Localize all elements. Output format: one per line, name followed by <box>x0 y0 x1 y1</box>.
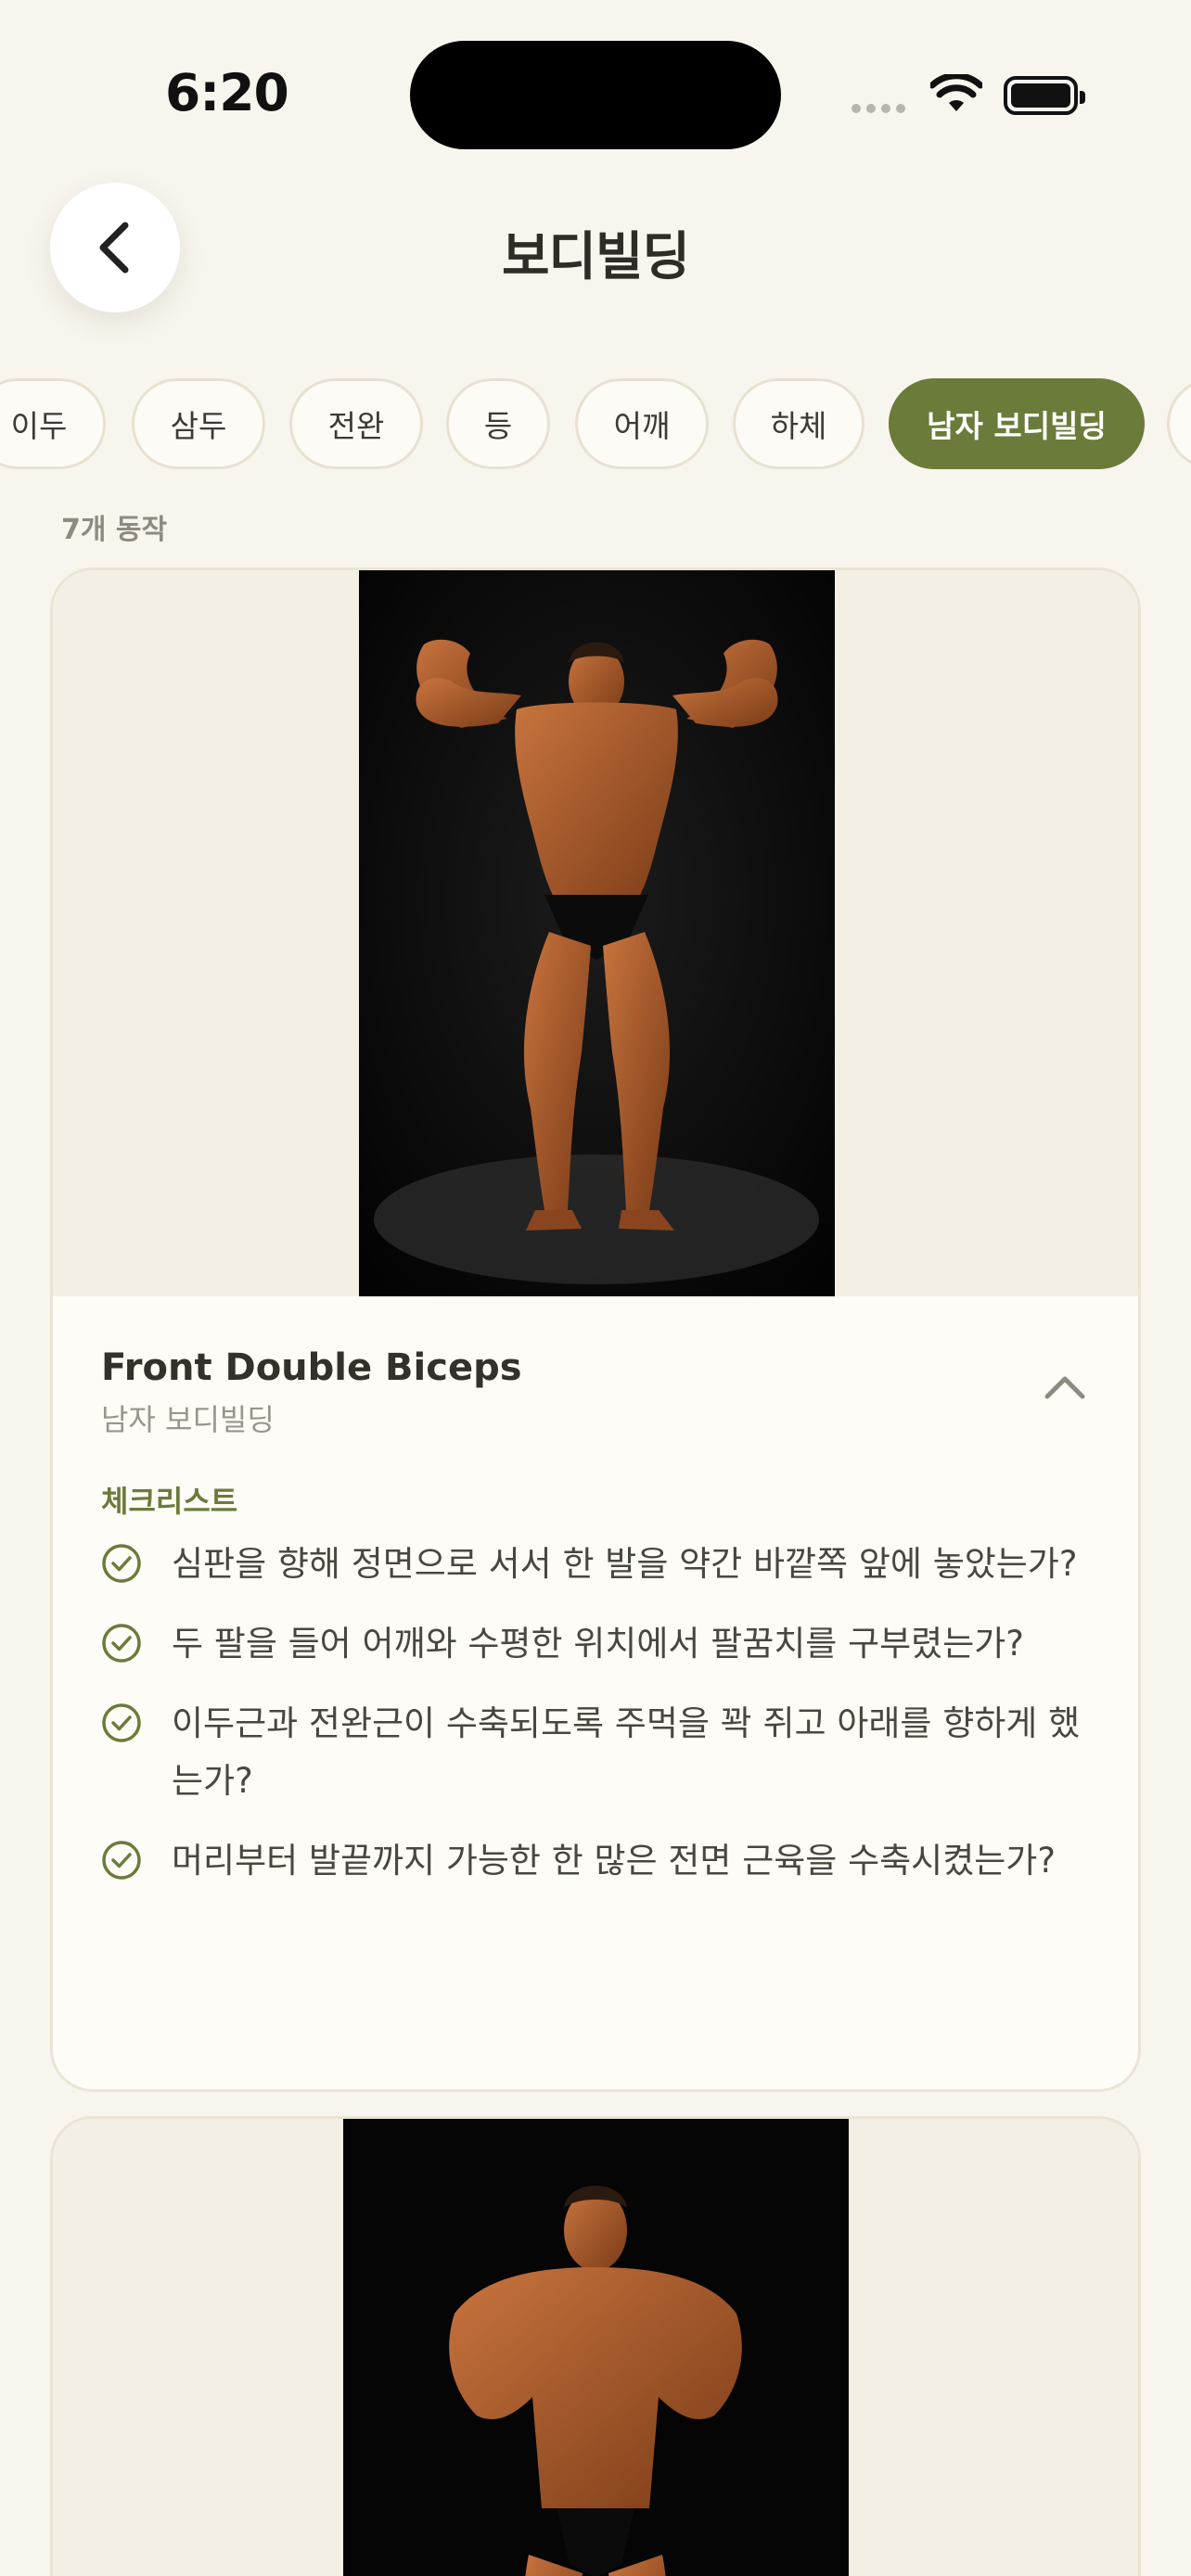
checklist-item: 머리부터 발끝까지 가능한 한 많은 전면 근육을 수축시켰는가? <box>101 1832 1103 1890</box>
checklist-item: 두 팔을 들어 어깨와 수평한 위치에서 팔꿈치를 구부렸는가? <box>101 1615 1103 1673</box>
status-time: 6:20 <box>165 63 289 122</box>
dynamic-island <box>410 41 781 149</box>
category-chip-biceps[interactable]: 이두 <box>0 378 106 469</box>
category-chip-back[interactable]: 등 <box>446 378 550 469</box>
exercise-photo-area <box>53 2119 1138 2576</box>
checklist-item: 이두근과 전완근이 수축되도록 주먹을 꽉 쥐고 아래를 향하게 했는가? <box>101 1695 1103 1810</box>
chevron-up-icon[interactable] <box>1044 1372 1086 1400</box>
page-title: 보디빌딩 <box>501 227 690 287</box>
checklist-item: 심판을 향해 정면으로 서서 한 발을 약간 바깥쪽 앞에 놓았는가? <box>101 1536 1103 1593</box>
cellular-signal-icon <box>852 104 905 113</box>
checklist-item-text: 두 팔을 들어 어깨와 수평한 위치에서 팔꿈치를 구부렸는가? <box>172 1624 1024 1664</box>
category-chip-mens-bodybuilding[interactable]: 남자 보디빌딩 <box>889 378 1145 469</box>
check-circle-icon <box>102 1624 141 1663</box>
check-circle-icon <box>102 1841 141 1880</box>
check-circle-icon <box>102 1703 141 1742</box>
battery-icon <box>1004 76 1085 115</box>
exercise-photo <box>359 570 835 1296</box>
category-chip-legs[interactable]: 하체 <box>733 378 864 469</box>
category-chip-triceps[interactable]: 삼두 <box>132 378 265 469</box>
checklist: 심판을 향해 정면으로 서서 한 발을 약간 바깥쪽 앞에 놓았는가? 두 팔을… <box>101 1536 1103 1912</box>
exercise-category: 남자 보디빌딩 <box>101 1402 275 1437</box>
category-chip-shoulder[interactable]: 어깨 <box>575 378 709 469</box>
category-chip-forearm[interactable]: 전완 <box>289 378 423 469</box>
checklist-item-text: 이두근과 전완근이 수축되도록 주먹을 꽉 쥐고 아래를 향하게 했는가? <box>172 1703 1081 1801</box>
exercise-card[interactable]: Front Double Biceps 남자 보디빌딩 체크리스트 심판을 향해… <box>50 567 1141 2092</box>
exercise-photo-area <box>53 570 1138 1296</box>
checklist-item-text: 머리부터 발끝까지 가능한 한 많은 전면 근육을 수축시켰는가? <box>172 1841 1056 1881</box>
exercise-card[interactable] <box>50 2116 1141 2576</box>
check-circle-icon <box>102 1544 141 1583</box>
category-chip-next[interactable] <box>1167 378 1191 469</box>
checklist-item-text: 심판을 향해 정면으로 서서 한 발을 약간 바깥쪽 앞에 놓았는가? <box>172 1544 1078 1584</box>
checklist-title: 체크리스트 <box>101 1484 238 1519</box>
category-chip-bar[interactable]: 이두 삼두 전완 등 어깨 하체 남자 보디빌딩 <box>0 378 1191 469</box>
app-screen: 6:20 보디빌딩 이두 삼두 전완 등 어깨 하체 남자 보디빌딩 7개 동작 <box>0 0 1191 2576</box>
exercise-photo <box>343 2119 849 2576</box>
wifi-icon <box>930 74 982 111</box>
exercise-count: 7개 동작 <box>61 514 168 546</box>
exercise-name: Front Double Biceps <box>101 1346 522 1389</box>
